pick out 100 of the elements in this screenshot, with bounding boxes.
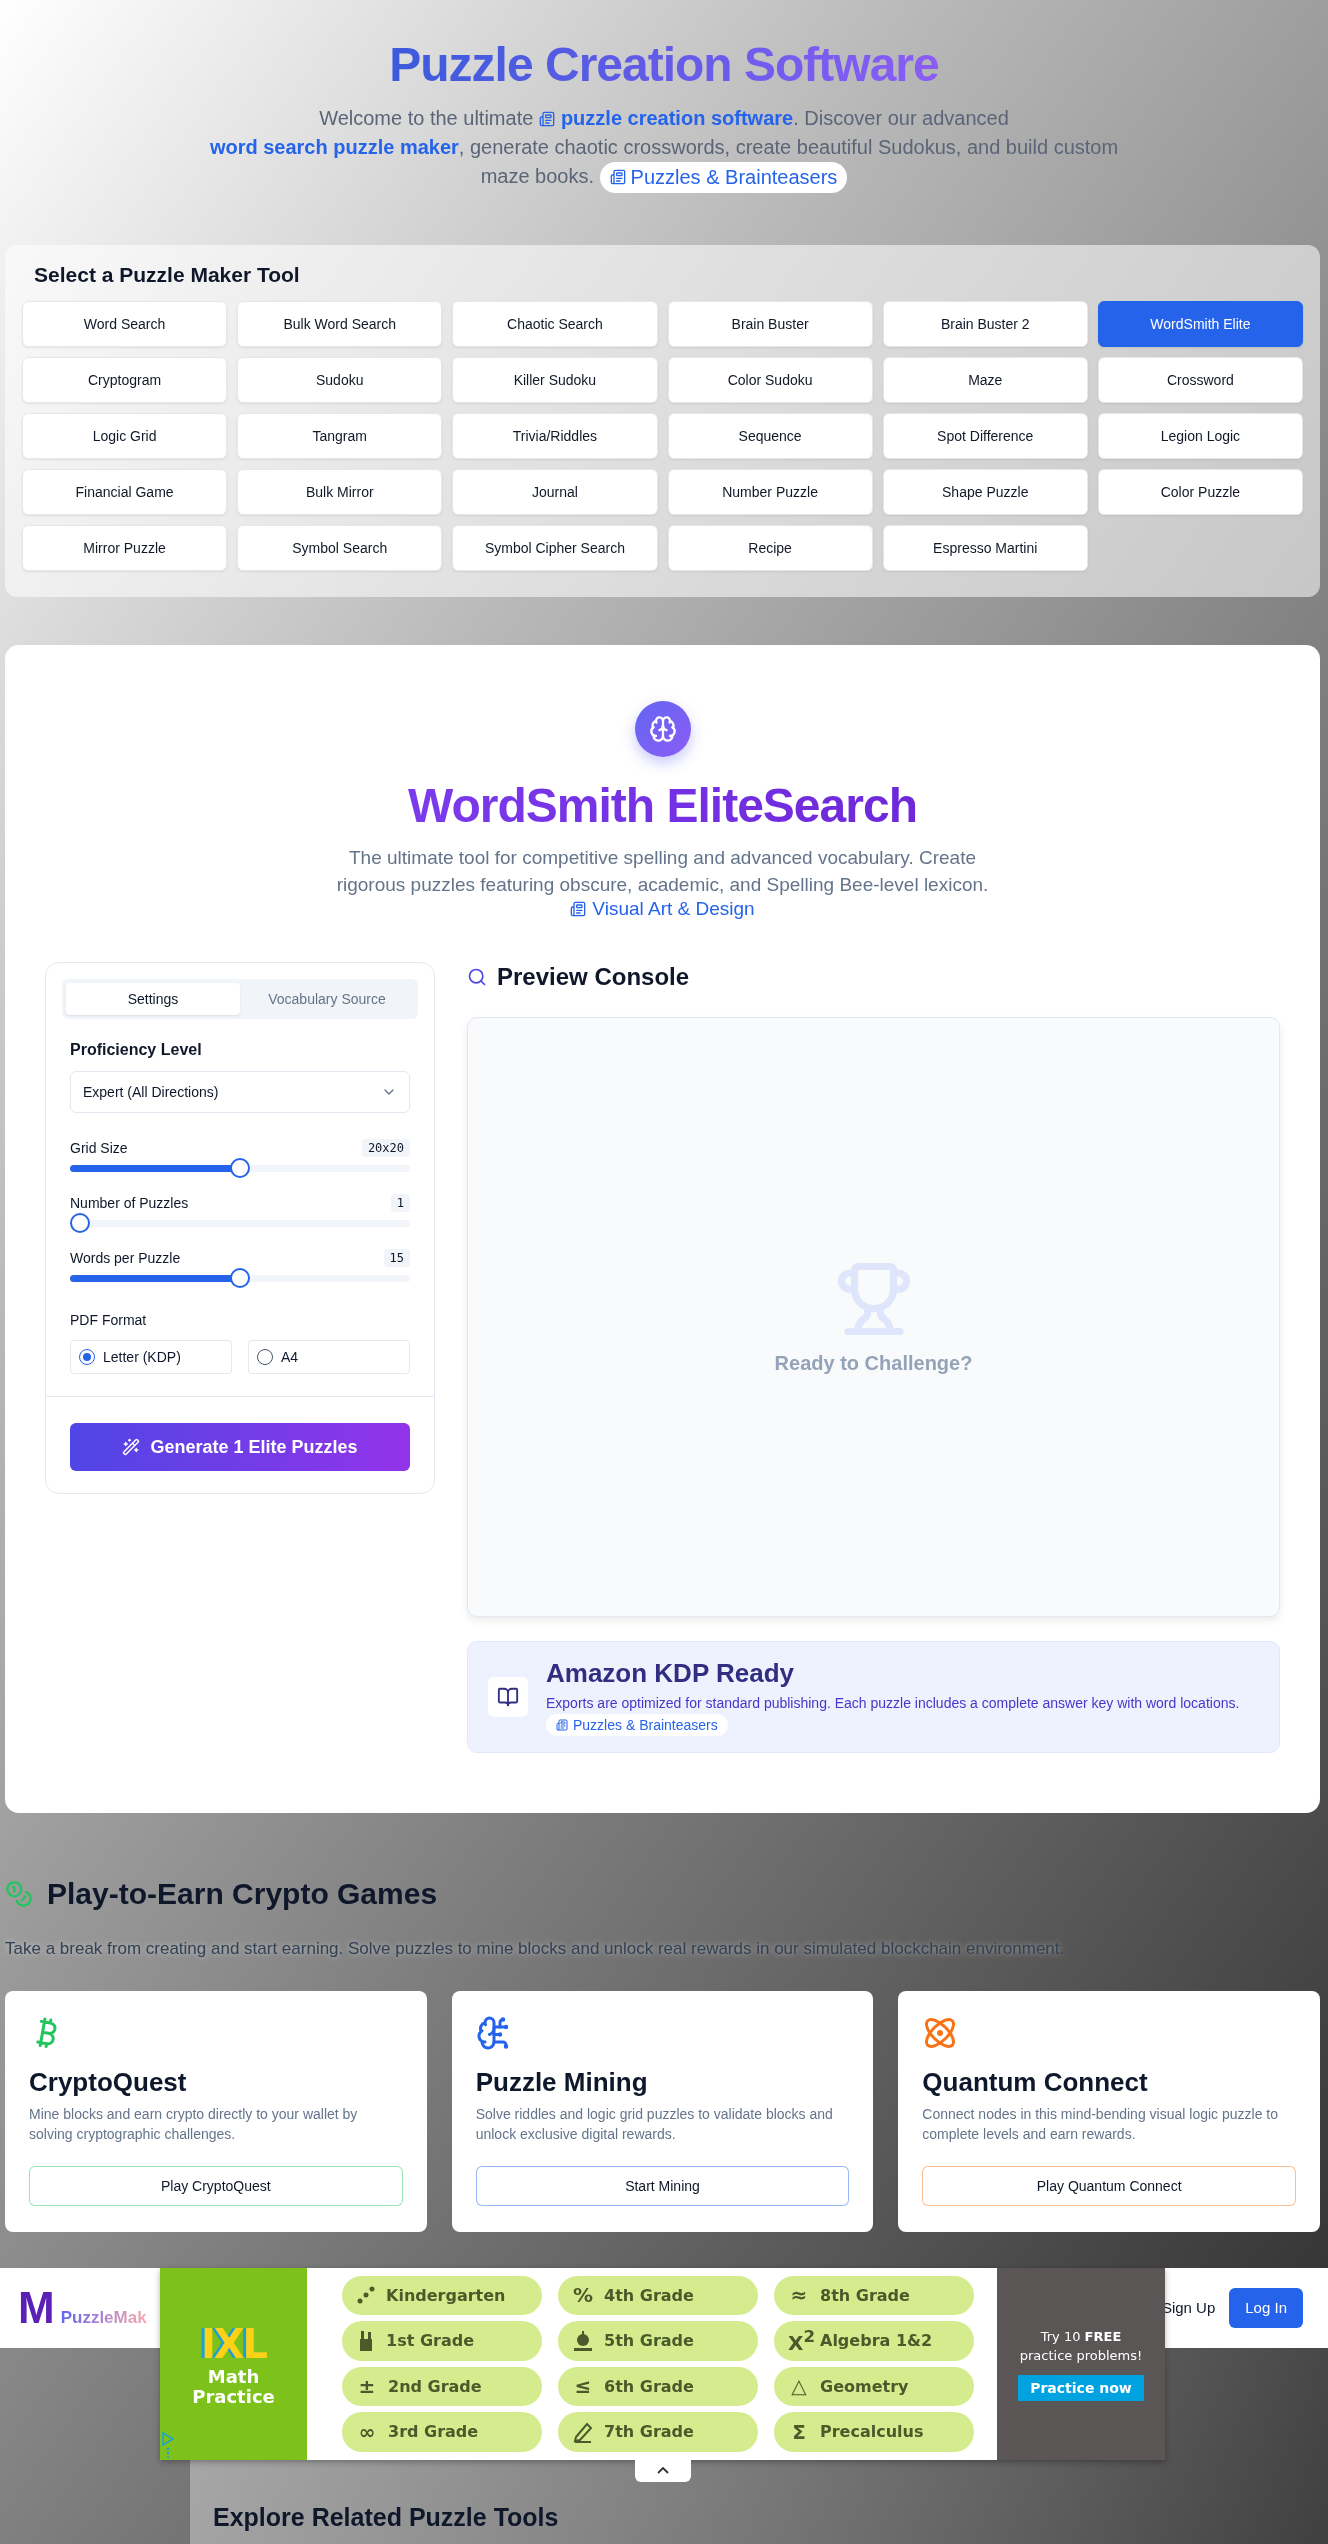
tool-button[interactable]: Symbol Search	[237, 524, 443, 571]
kdp-text: Exports are optimized for standard publishing. Each puzzle includes a complete answer key with word locations. Puzzles & Brainteasers	[546, 1693, 1259, 1736]
ad-logo: IXL	[200, 2320, 267, 2367]
tool-button[interactable]: Bulk Mirror	[237, 468, 443, 515]
newspaper-icon	[556, 1718, 568, 1731]
game-description: Mine blocks and earn crypto directly to your wallet by solving cryptographic challenges.	[29, 2104, 359, 2144]
tool-button[interactable]: Killer Sudoku	[452, 356, 658, 403]
tool-button[interactable]: WordSmith Elite	[1097, 300, 1303, 347]
field-label: PDF Format	[70, 1312, 148, 1329]
dots-icon	[356, 2285, 376, 2306]
coins-icon	[5, 1879, 33, 1908]
tool-button[interactable]: Brain Buster 2	[882, 300, 1088, 347]
grade-link[interactable]: ≤ 6th Grade	[558, 2366, 758, 2407]
slider-label: Words per Puzzle	[70, 1250, 181, 1267]
collapse-button[interactable]	[635, 2459, 691, 2482]
tool-button[interactable]: Color Puzzle	[1097, 468, 1303, 515]
game-title: Puzzle Mining	[475, 2066, 649, 2098]
section-title: Play-to-Earn Crypto Games	[47, 1876, 438, 1911]
tool-description: The ultimate tool for competitive spelling and advanced vocabulary. Create rigorous puzzles featuring obscure, academic, and Spelling Bee-level lexicon.	[335, 846, 990, 898]
grade-link[interactable]: 7th Grade	[558, 2412, 758, 2452]
ad-subtitle: Math Practice	[191, 2366, 276, 2407]
intro-link[interactable]: word search puzzle maker	[209, 135, 459, 158]
slider-thumb[interactable]	[230, 1268, 250, 1289]
play-button[interactable]: Play Quantum Connect	[922, 2165, 1296, 2206]
tool-button[interactable]: Chaotic Search	[452, 300, 658, 347]
play-button[interactable]: Start Mining	[475, 2165, 850, 2206]
settings-tab[interactable]: Settings	[66, 983, 240, 1016]
tool-button[interactable]: Recipe	[667, 524, 873, 571]
grade-link[interactable]: ± 2nd Grade	[342, 2366, 542, 2407]
related-heading: Explore Related Puzzle Tools	[213, 2502, 559, 2532]
proficiency-select[interactable]: Expert (All Directions)	[70, 1071, 410, 1114]
math-symbol: %	[572, 2283, 594, 2308]
chevron-up-icon	[657, 2467, 669, 2475]
play-button[interactable]: Play CryptoQuest	[29, 2165, 403, 2206]
tool-button[interactable]: Symbol Cipher Search	[452, 524, 658, 571]
ad-info-icon	[162, 2431, 174, 2458]
tool-button[interactable]: Crossword	[1097, 356, 1303, 403]
tool-button[interactable]: Espresso Martini	[882, 524, 1088, 571]
slider-label: Number of Puzzles	[70, 1195, 189, 1212]
math-symbol: ±	[357, 2374, 377, 2399]
tool-button[interactable]: Spot Difference	[882, 412, 1088, 459]
grade-link[interactable]: ∞ 3rd Grade	[342, 2412, 542, 2452]
tool-button[interactable]: Maze	[882, 356, 1088, 403]
field-label: Proficiency Level	[70, 1041, 203, 1060]
grade-link[interactable]: 5th Grade	[558, 2321, 758, 2361]
tool-button[interactable]: Bulk Word Search	[237, 300, 443, 347]
tool-button[interactable]: Mirror Puzzle	[22, 524, 228, 571]
slider-value: 1	[390, 1194, 410, 1213]
tool-button[interactable]: Trivia/Riddles	[452, 412, 658, 459]
tool-button[interactable]: Sequence	[667, 412, 873, 459]
slider-thumb[interactable]	[70, 1213, 90, 1234]
generate-button[interactable]: Generate 1 Elite Puzzles	[70, 1423, 410, 1472]
tool-button[interactable]: Word Search	[22, 300, 228, 347]
format-radio[interactable]: A4	[248, 1340, 410, 1375]
book-icon	[488, 1677, 528, 1718]
tool-button[interactable]: Financial Game	[22, 468, 228, 515]
tool-button[interactable]: Cryptogram	[22, 356, 228, 403]
tool-button[interactable]: Shape Puzzle	[882, 468, 1088, 515]
empty-message: Ready to Challenge?	[774, 1351, 973, 1375]
math-symbol: ≤	[573, 2374, 593, 2399]
tool-button[interactable]: Tangram	[237, 412, 443, 459]
newspaper-icon	[609, 169, 626, 186]
game-title: CryptoQuest	[29, 2066, 188, 2098]
panel-title: Select a Puzzle Maker Tool	[34, 262, 301, 287]
tool-button[interactable]: Color Sudoku	[667, 356, 873, 403]
category-link[interactable]: Visual Art & Design	[570, 898, 755, 921]
tool-button[interactable]: Logic Grid	[22, 412, 228, 459]
tool-button[interactable]: Brain Buster	[667, 300, 873, 347]
grade-link[interactable]: 1st Grade	[342, 2321, 542, 2361]
game-description: Connect nodes in this mind-bending visual logic puzzle to complete levels and earn rewards.	[922, 2104, 1279, 2144]
apple-icon	[572, 2329, 594, 2352]
grade-link[interactable]: Kindergarten	[342, 2275, 542, 2316]
category-chip[interactable]: Puzzles & Brainteasers	[599, 161, 848, 193]
tool-button[interactable]: Legion Logic	[1097, 412, 1303, 459]
slider-thumb[interactable]	[230, 1158, 250, 1179]
slider-value: 15	[383, 1249, 410, 1268]
wand-icon	[122, 1438, 141, 1457]
slider-label: Grid Size	[70, 1140, 128, 1157]
settings-tab[interactable]: Vocabulary Source	[240, 983, 414, 1016]
format-radio[interactable]: Letter (KDP)	[70, 1340, 232, 1375]
math-symbol: ∞	[357, 2419, 377, 2444]
grade-link[interactable]: Σ Precalculus	[774, 2412, 974, 2452]
game-description: Solve riddles and logic grid puzzles to validate blocks and unlock exclusive digital rewards.	[475, 2104, 834, 2144]
tool-button[interactable]: Sudoku	[237, 356, 443, 403]
logo-mark: M	[18, 2282, 55, 2332]
ad-offer: Try 10 FREE practice problems!	[1018, 2327, 1144, 2365]
grade-link[interactable]: X$^{2}$ Algebra 1&2	[774, 2321, 974, 2361]
grade-link[interactable]: ≈ 8th Grade	[774, 2275, 974, 2316]
grade-link[interactable]: △ Geometry	[774, 2366, 974, 2407]
kdp-title: Amazon KDP Ready	[546, 1658, 796, 1690]
search-icon	[467, 967, 487, 988]
tool-button[interactable]: Number Puzzle	[667, 468, 873, 515]
intro-text: Welcome to the ultimate puzzle creation software. Discover our advanced word search puzzle maker, generate chaotic crosswords, create beautiful Sudokus, and build custom maze books. Puzzles & Brainteasers	[204, 103, 1124, 193]
grade-link[interactable]: % 4th Grade	[558, 2275, 758, 2316]
tool-button[interactable]: Journal	[452, 468, 658, 515]
category-chip[interactable]: Puzzles & Brainteasers	[546, 1713, 728, 1736]
log-in-button[interactable]: Log In	[1229, 2287, 1303, 2328]
slider-value: 20x20	[361, 1139, 410, 1158]
math-symbol: Σ	[791, 2419, 807, 2444]
brain-icon	[634, 700, 691, 757]
